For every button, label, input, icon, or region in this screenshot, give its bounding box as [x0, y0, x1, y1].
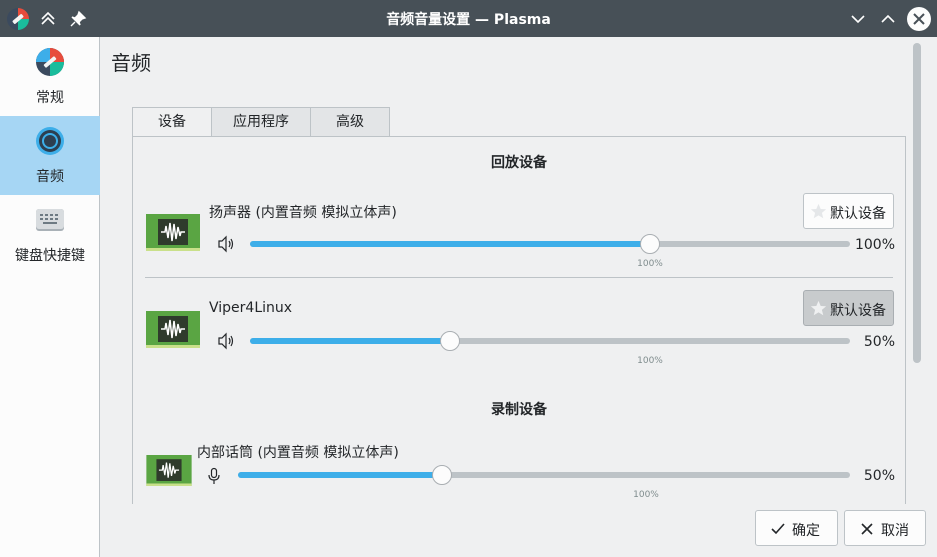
audio-icon: [36, 127, 64, 155]
maximize-icon[interactable]: [878, 9, 898, 29]
sidebar: 常规 音频 键盘快捷键: [0, 37, 100, 557]
sidebar-item-general[interactable]: 常规: [0, 37, 100, 116]
default-device-label: 默认设备: [830, 206, 886, 222]
device-name: 扬声器 (内置音频 模拟立体声): [209, 205, 397, 221]
tab-advanced[interactable]: 高级: [310, 107, 390, 137]
sidebar-item-label: 音频: [36, 169, 64, 185]
minimize-icon[interactable]: [848, 9, 868, 29]
recording-section-title: 录制设备: [491, 402, 547, 418]
default-device-button[interactable]: 默认设备: [803, 193, 894, 229]
sidebar-item-audio[interactable]: 音频: [0, 116, 100, 195]
star-icon: [810, 203, 827, 219]
ok-button[interactable]: 确定: [755, 510, 838, 546]
volume-100-tick-label: 100%: [637, 356, 663, 366]
title-bar: 音频音量设置 — Plasma: [0, 0, 937, 37]
speaker-volume-icon[interactable]: [217, 235, 235, 253]
volume-slider[interactable]: [250, 331, 850, 351]
star-icon: [810, 300, 827, 316]
close-icon: [913, 13, 925, 25]
default-device-button[interactable]: 默认设备: [803, 290, 894, 326]
speaker-volume-icon[interactable]: [217, 332, 235, 350]
device-name: 内部话筒 (内置音频 模拟立体声): [197, 445, 399, 461]
audio-card-icon: [146, 455, 192, 486]
keyboard-icon: [36, 209, 64, 231]
device-name: Viper4Linux: [209, 300, 293, 316]
volume-100-tick-label: 100%: [633, 490, 659, 500]
volume-slider[interactable]: [238, 465, 850, 485]
default-device-label: 默认设备: [830, 303, 886, 319]
volume-value: 50%: [863, 334, 895, 350]
scrollbar[interactable]: [913, 43, 921, 363]
window-title: 音频音量设置 — Plasma: [386, 12, 551, 28]
cancel-button-label: 取消: [881, 523, 909, 539]
volume-slider-handle[interactable]: [640, 234, 660, 254]
volume-value: 50%: [863, 468, 895, 484]
devices-panel: 回放设备 扬声器 (内置音频 模拟立体声) 默认设备 100% 100% Vip…: [132, 136, 906, 504]
device-separator: [145, 277, 893, 278]
volume-slider-handle[interactable]: [432, 465, 452, 485]
ok-button-label: 确定: [792, 523, 820, 539]
checkmark-icon: [771, 523, 785, 535]
volume-slider-fill: [250, 338, 450, 344]
microphone-icon[interactable]: [205, 467, 223, 485]
audio-card-icon: [146, 214, 200, 251]
sidebar-item-label: 键盘快捷键: [15, 248, 85, 264]
cancel-button[interactable]: 取消: [844, 510, 926, 546]
playback-section-title: 回放设备: [491, 155, 547, 171]
tab-devices[interactable]: 设备: [132, 107, 212, 137]
volume-slider-fill: [238, 472, 442, 478]
sidebar-item-keyboard-shortcuts[interactable]: 键盘快捷键: [0, 195, 100, 274]
sidebar-item-label: 常规: [36, 90, 64, 106]
volume-100-tick-label: 100%: [637, 259, 663, 269]
general-settings-icon: [36, 48, 64, 76]
audio-card-icon: [146, 311, 200, 348]
volume-slider[interactable]: [250, 234, 850, 254]
volume-slider-handle[interactable]: [440, 331, 460, 351]
page-title: 音频: [111, 51, 151, 75]
volume-slider-fill: [250, 241, 650, 247]
close-button[interactable]: [907, 7, 931, 31]
cancel-icon: [861, 523, 873, 535]
tab-applications[interactable]: 应用程序: [211, 107, 311, 137]
volume-value: 100%: [854, 237, 895, 253]
